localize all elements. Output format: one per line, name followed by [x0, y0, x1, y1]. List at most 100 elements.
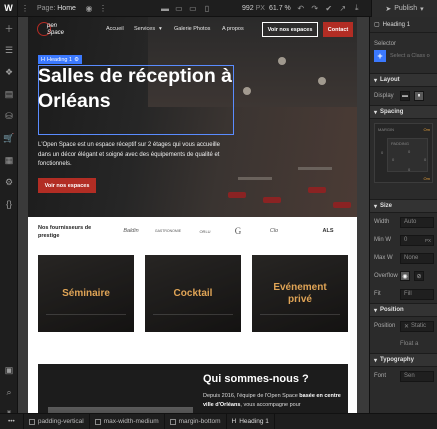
logo-text-bottom: Space — [47, 30, 65, 36]
margin-bottom-value[interactable]: Om — [424, 176, 430, 181]
add-elements-icon[interactable]: ＋ — [0, 17, 18, 39]
position-value: Static — [411, 323, 427, 329]
margin-left-value[interactable]: 0 — [381, 150, 383, 155]
nav-cta-outline-button[interactable]: Voir nos espaces — [262, 22, 318, 37]
overflow-hidden-icon[interactable]: ⊘ — [414, 271, 424, 281]
float-row: Float a — [370, 335, 437, 353]
selector-input[interactable]: Select a Class o — [390, 53, 430, 59]
padding-right-value[interactable]: 0 — [424, 157, 426, 162]
nav-contact-button[interactable]: Contact — [323, 22, 353, 37]
cms-icon[interactable]: ⛁ — [0, 105, 18, 127]
site-navbar: pen Space Accueil Services ▾ Galerie Pho… — [28, 17, 357, 43]
service-card-seminaire[interactable]: Séminaire — [38, 255, 134, 332]
search-icon[interactable]: ⌕ — [0, 381, 18, 403]
settings-icon[interactable]: ⚙ — [0, 171, 18, 193]
breadcrumb-label: max-width-medium — [103, 418, 159, 425]
margin-right-value[interactable]: Om — [424, 127, 430, 132]
section-size[interactable]: ▾ Size — [370, 199, 437, 213]
nav-link-galerie[interactable]: Galerie Photos — [174, 26, 210, 32]
breadcrumb-item[interactable]: H Heading 1 — [227, 413, 275, 429]
section-label: Size — [380, 203, 393, 209]
position-select[interactable]: ✕ Static — [400, 320, 434, 332]
section-layout[interactable]: ▾ Layout — [370, 73, 437, 87]
more-vertical-icon[interactable]: ⋮ — [96, 1, 110, 15]
padding-top-value[interactable]: 0 — [408, 149, 410, 154]
share-icon[interactable]: ↗ — [336, 1, 350, 15]
nav-link-services[interactable]: Services — [134, 26, 155, 32]
ceiling-light — [318, 77, 326, 85]
top-toolbar: W ⋮ Page: Home ◉ ⋮ ▬ ▭ ▭ ▯ 992 PX 61.7 %… — [0, 0, 437, 17]
padding-label: PADDING — [391, 141, 409, 146]
section-position[interactable]: ▾ Position — [370, 303, 437, 317]
breadcrumb-more[interactable]: ••• — [0, 413, 24, 429]
assets-icon[interactable]: ▦ — [0, 149, 18, 171]
max-width-row: Max W None — [370, 249, 437, 267]
check-icon[interactable]: ✔ — [322, 1, 336, 15]
nav-link-apropos[interactable]: A propos — [222, 26, 244, 32]
design-canvas[interactable]: pen Space Accueil Services ▾ Galerie Pho… — [18, 17, 369, 413]
breadcrumb-label: margin-bottom — [178, 418, 221, 425]
service-card-evenement[interactable]: Evénement privé — [252, 255, 348, 332]
export-icon[interactable]: ⤓ — [350, 1, 364, 15]
max-width-input[interactable]: None — [400, 252, 434, 264]
more-icon[interactable]: ⋮ — [18, 1, 32, 15]
about-section[interactable]: Qui sommes-nous ? Depuis 2016, l'équipe … — [38, 364, 348, 413]
margin-label: MARGIN — [378, 127, 394, 132]
breadcrumb-item[interactable]: padding-vertical — [24, 413, 90, 429]
padding-bottom-value[interactable]: 0 — [408, 167, 410, 172]
nav-link-accueil[interactable]: Accueil — [106, 26, 124, 32]
section-typography[interactable]: ▾ Typography — [370, 353, 437, 367]
hero-cta-button[interactable]: Voir nos espaces — [38, 178, 96, 193]
pages-icon[interactable]: ▤ — [0, 83, 18, 105]
float-value[interactable]: Float a — [400, 341, 418, 347]
breadcrumb-item[interactable]: margin-bottom — [165, 413, 227, 429]
service-card-cocktail[interactable]: Cocktail — [145, 255, 241, 332]
zoom-level[interactable]: 61.7 % — [269, 5, 291, 12]
mobile-portrait-icon[interactable]: ▯ — [200, 1, 214, 15]
overflow-visible-icon[interactable]: ◉ — [400, 271, 410, 281]
fit-select[interactable]: Fill — [400, 288, 434, 300]
red-stool — [308, 187, 326, 193]
hero-heading[interactable]: Salles de réception à Orléans — [38, 64, 234, 113]
display-row: Display ▬ ⏸ — [370, 87, 437, 105]
tablet-breakpoint-icon[interactable]: ▭ — [172, 1, 186, 15]
symbols-icon[interactable]: ❖ — [0, 61, 18, 83]
hero-paragraph[interactable]: L'Open Space est un espace réceptif sur … — [38, 141, 234, 170]
canvas-width[interactable]: 992 — [242, 5, 254, 12]
redo-icon[interactable]: ↷ — [308, 1, 322, 15]
min-width-input[interactable]: 0 PX — [400, 234, 434, 246]
ceiling-light — [278, 57, 286, 65]
publish-button[interactable]: ➤ Publish ▾ — [371, 0, 437, 17]
padding-box[interactable]: PADDING 0 0 0 0 — [387, 138, 428, 172]
selected-element-tag[interactable]: H Heading 1 ⚙ — [38, 55, 82, 64]
padding-left-value[interactable]: 0 — [392, 157, 394, 162]
site-logo[interactable]: pen Space — [37, 21, 67, 39]
rocket-icon: ➤ — [385, 5, 392, 13]
section-spacing[interactable]: ▾ Spacing — [370, 105, 437, 119]
heading-icon: ▢ — [374, 22, 380, 28]
div-block-icon — [94, 418, 101, 425]
spacing-editor[interactable]: MARGIN Om 0 PADDING 0 0 0 0 Om — [374, 123, 433, 183]
desktop-breakpoint-icon[interactable]: ▬ — [158, 1, 172, 15]
display-flex-icon[interactable]: ⏸ — [414, 91, 424, 101]
page-label: Page: — [37, 4, 56, 12]
ecommerce-icon[interactable]: 🛒 — [0, 127, 18, 149]
heading-icon: H — [41, 56, 45, 63]
hero-section[interactable]: pen Space Accueil Services ▾ Galerie Pho… — [28, 17, 357, 217]
mobile-landscape-icon[interactable]: ▭ — [186, 1, 200, 15]
display-block-icon[interactable]: ▬ — [400, 91, 410, 101]
page-selector[interactable]: Page: Home — [37, 5, 76, 12]
custom-code-icon[interactable]: {} — [0, 193, 18, 215]
section-label: Spacing — [380, 109, 404, 115]
overflow-row: Overflow ◉ ⊘ — [370, 267, 437, 285]
eye-icon[interactable]: ◉ — [82, 1, 96, 15]
webflow-logo-icon[interactable]: W — [0, 0, 18, 17]
audit-icon[interactable]: ▣ — [0, 359, 18, 381]
breadcrumb-item[interactable]: max-width-medium — [90, 413, 165, 429]
add-class-button[interactable]: + — [374, 50, 386, 62]
undo-icon[interactable]: ↶ — [294, 1, 308, 15]
width-input[interactable]: Auto — [400, 216, 434, 228]
supplier-logo: Baldin — [123, 228, 139, 234]
font-select[interactable]: Sen — [400, 370, 434, 382]
navigator-icon[interactable]: ☰ — [0, 39, 18, 61]
